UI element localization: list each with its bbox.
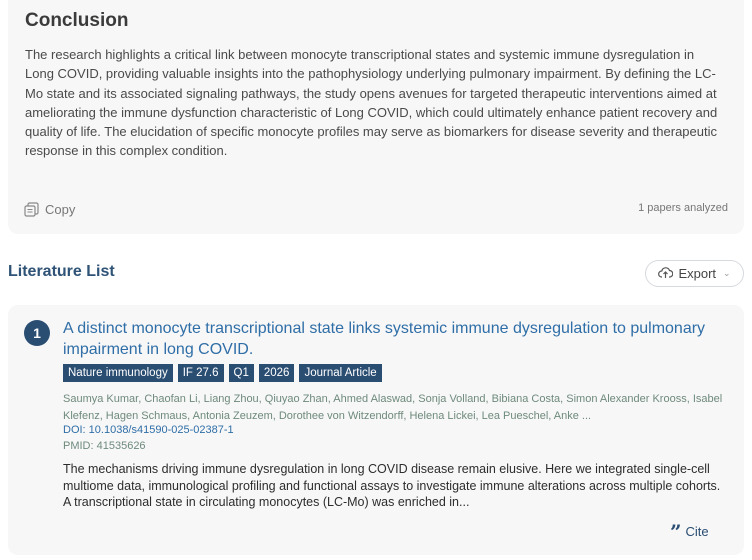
paper-pmid: PMID: 41535626 xyxy=(63,440,146,452)
paper-abstract: The mechanisms driving immune dysregulat… xyxy=(63,462,721,509)
paper-title-link[interactable]: A distinct monocyte transcriptional stat… xyxy=(63,319,723,360)
copy-label: Copy xyxy=(45,201,76,217)
year-tag: 2026 xyxy=(258,364,295,382)
cite-button[interactable]: ” Cite xyxy=(670,519,709,544)
quartile-tag: Q1 xyxy=(228,364,254,382)
copy-icon xyxy=(24,201,39,217)
paper-authors: Saumya Kumar, Chaofan Li, Liang Zhou, Qi… xyxy=(63,393,723,422)
cite-label: Cite xyxy=(685,524,709,539)
impact-factor-tag: IF 27.6 xyxy=(177,364,224,382)
article-type-tag: Journal Article xyxy=(299,364,382,382)
paper-card: 1 A distinct monocyte transcriptional st… xyxy=(8,305,744,555)
paper-tags: Nature immunology IF 27.6 Q1 2026 Journa… xyxy=(63,364,382,382)
paper-doi-link[interactable]: DOI: 10.1038/s41590-025-02387-1 xyxy=(63,424,234,436)
paper-number-badge: 1 xyxy=(24,320,50,346)
chevron-down-icon: ⌄ xyxy=(723,268,731,278)
literature-list-title: Literature List xyxy=(8,263,115,280)
cloud-upload-icon xyxy=(658,266,674,282)
export-label: Export xyxy=(678,266,717,281)
summary-card: Conclusion The research highlights a cri… xyxy=(8,0,744,234)
papers-count: 1 papers analyzed xyxy=(638,202,728,214)
quote-icon: ” xyxy=(670,519,682,544)
journal-tag: Nature immunology xyxy=(63,364,173,382)
summary-title: Conclusion xyxy=(25,10,129,31)
export-button[interactable]: Export ⌄ xyxy=(645,260,744,287)
copy-button[interactable]: Copy xyxy=(24,199,75,219)
summary-text: The research highlights a critical link … xyxy=(25,47,718,159)
